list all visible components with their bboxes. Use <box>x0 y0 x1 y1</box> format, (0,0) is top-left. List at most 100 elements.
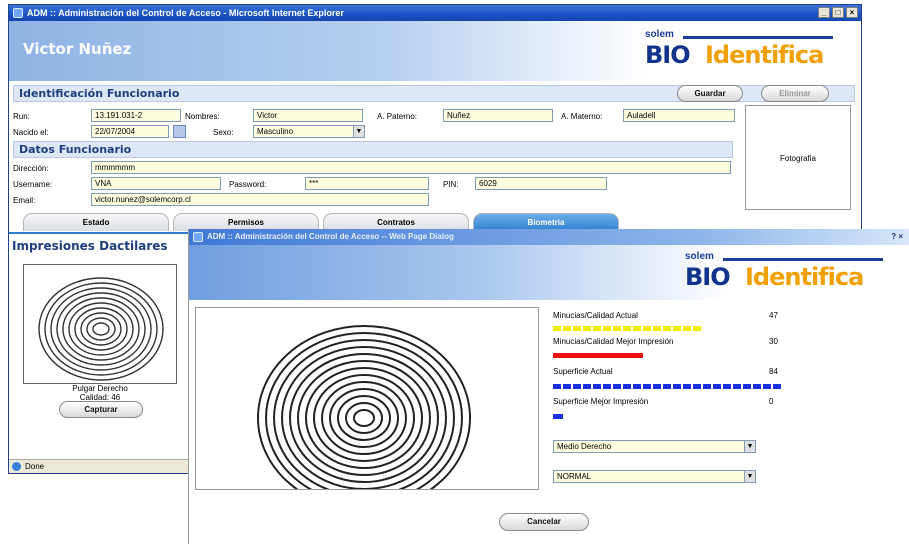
password-input[interactable]: *** <box>305 177 429 190</box>
title-bar: ADM :: Administración del Control de Acc… <box>9 5 861 21</box>
bar-segment <box>653 326 661 331</box>
nacido-input[interactable]: 22/07/2004 <box>91 125 169 138</box>
nombres-label: Nombres: <box>185 112 220 121</box>
bar-segment <box>643 326 651 331</box>
quality-bar <box>553 351 645 358</box>
dialog-title: ADM :: Administración del Control de Acc… <box>207 232 454 241</box>
finger-select-value: Medio Derecho <box>557 442 612 451</box>
bar-segment <box>673 326 681 331</box>
metric-value: 47 <box>769 311 778 320</box>
bar-segment <box>613 326 621 331</box>
datos-title: Datos Funcionario <box>19 143 132 156</box>
user-name: Victor Nuñez <box>23 40 132 58</box>
bar-segment <box>563 326 571 331</box>
mode-select-value: NORMAL <box>557 472 592 481</box>
tab-estado[interactable]: Estado <box>23 213 169 231</box>
impresiones-title: Impresiones Dactilares <box>12 239 168 253</box>
status-text: Done <box>25 462 45 471</box>
bar-segment <box>603 384 611 389</box>
bar-segment <box>633 384 641 389</box>
bar-segment <box>553 384 561 389</box>
mode-select[interactable]: NORMAL ▼ <box>553 470 756 483</box>
run-label: Run: <box>13 112 30 121</box>
cancelar-button[interactable]: Cancelar <box>499 513 589 531</box>
metric-value: 0 <box>769 397 774 406</box>
finger-name: Pulgar Derecho <box>72 384 128 393</box>
sexo-select[interactable]: Masculino ▼ <box>253 125 365 138</box>
capturar-button[interactable]: Capturar <box>59 401 143 418</box>
bar-segment <box>583 326 591 331</box>
bar-segment <box>553 414 563 419</box>
bar-segment <box>553 326 561 331</box>
nombres-input[interactable]: Victor <box>253 109 363 122</box>
bar-segment <box>663 384 671 389</box>
close-button[interactable]: × <box>846 7 858 18</box>
guardar-button[interactable]: Guardar <box>677 85 743 102</box>
biometria-dialog: ADM :: Administración del Control de Acc… <box>188 229 909 544</box>
bar-segment <box>573 384 581 389</box>
bar-segment <box>563 384 571 389</box>
run-input[interactable]: 13.191.031-2 <box>91 109 181 122</box>
bar-segment <box>773 384 781 389</box>
ie-icon <box>13 8 23 18</box>
bar-segment <box>663 326 671 331</box>
metric-label: Minucias/Calidad Actual <box>553 311 638 320</box>
brand-bio: BIO <box>685 263 731 291</box>
dropdown-arrow-icon: ▼ <box>353 126 364 137</box>
dialog-title-bar: ADM :: Administración del Control de Acc… <box>189 229 909 245</box>
sexo-value: Masculino <box>257 127 294 136</box>
bar-segment <box>683 326 691 331</box>
bar-segment <box>733 384 741 389</box>
sexo-label: Sexo: <box>213 128 234 137</box>
email-input[interactable]: victor.nunez@solemcorp.cl <box>91 193 429 206</box>
bar-segment <box>693 326 701 331</box>
metric-label: Superficie Mejor Impresión <box>553 397 649 406</box>
dropdown-arrow-icon: ▼ <box>744 441 755 452</box>
maximize-button[interactable]: □ <box>832 7 844 18</box>
brand-identifica: Identifica <box>705 41 824 69</box>
bar-segment <box>723 384 731 389</box>
finger-select[interactable]: Medio Derecho ▼ <box>553 440 756 453</box>
materno-input[interactable]: Auladell <box>623 109 735 122</box>
direccion-input[interactable]: mmmmmm <box>91 161 731 174</box>
identificacion-title: Identificación Funcionario <box>19 87 180 100</box>
direccion-label: Dirección: <box>13 164 49 173</box>
help-button[interactable]: ? × <box>891 229 903 245</box>
app-header: Victor Nuñez solem BIO Identifica <box>9 21 861 81</box>
fingerprint-large-image <box>257 325 471 489</box>
brand-solem: solem <box>685 251 714 262</box>
fingerprint-capture <box>195 307 539 490</box>
bar-segment <box>583 384 591 389</box>
bar-segment <box>603 326 611 331</box>
quality-bar <box>553 412 565 419</box>
bar-segment <box>743 384 751 389</box>
brand-line <box>723 258 883 261</box>
username-input[interactable]: VNA <box>91 177 221 190</box>
bar-segment <box>553 353 643 358</box>
calendar-icon[interactable] <box>173 125 186 138</box>
dropdown-arrow-icon: ▼ <box>744 471 755 482</box>
bar-segment <box>753 384 761 389</box>
eliminar-button[interactable]: Eliminar <box>761 85 829 102</box>
impresiones-panel: Impresiones Dactilares Pulgar Derecho Ca <box>9 232 191 454</box>
paterno-label: A. Paterno: <box>377 112 418 121</box>
metric-label: Minucias/Calidad Mejor Impresión <box>553 337 674 346</box>
quality-bar <box>553 324 703 331</box>
email-label: Email: <box>13 196 36 205</box>
metric-value: 84 <box>769 367 778 376</box>
username-label: Username: <box>13 180 53 189</box>
bar-segment <box>593 326 601 331</box>
bar-segment <box>713 384 721 389</box>
pin-input[interactable]: 6029 <box>475 177 607 190</box>
window-title: ADM :: Administración del Control de Acc… <box>27 8 344 18</box>
brand-solem: solem <box>645 29 674 40</box>
minimize-button[interactable]: _ <box>818 7 830 18</box>
bar-segment <box>683 384 691 389</box>
bar-segment <box>613 384 621 389</box>
brand-logo: solem BIO Identifica <box>671 251 901 297</box>
paterno-input[interactable]: Nuñez <box>443 109 553 122</box>
dialog-header: solem BIO Identifica <box>189 245 909 300</box>
bar-segment <box>673 384 681 389</box>
fingerprint-small-image <box>38 277 164 381</box>
status-bar: Done <box>9 459 191 473</box>
